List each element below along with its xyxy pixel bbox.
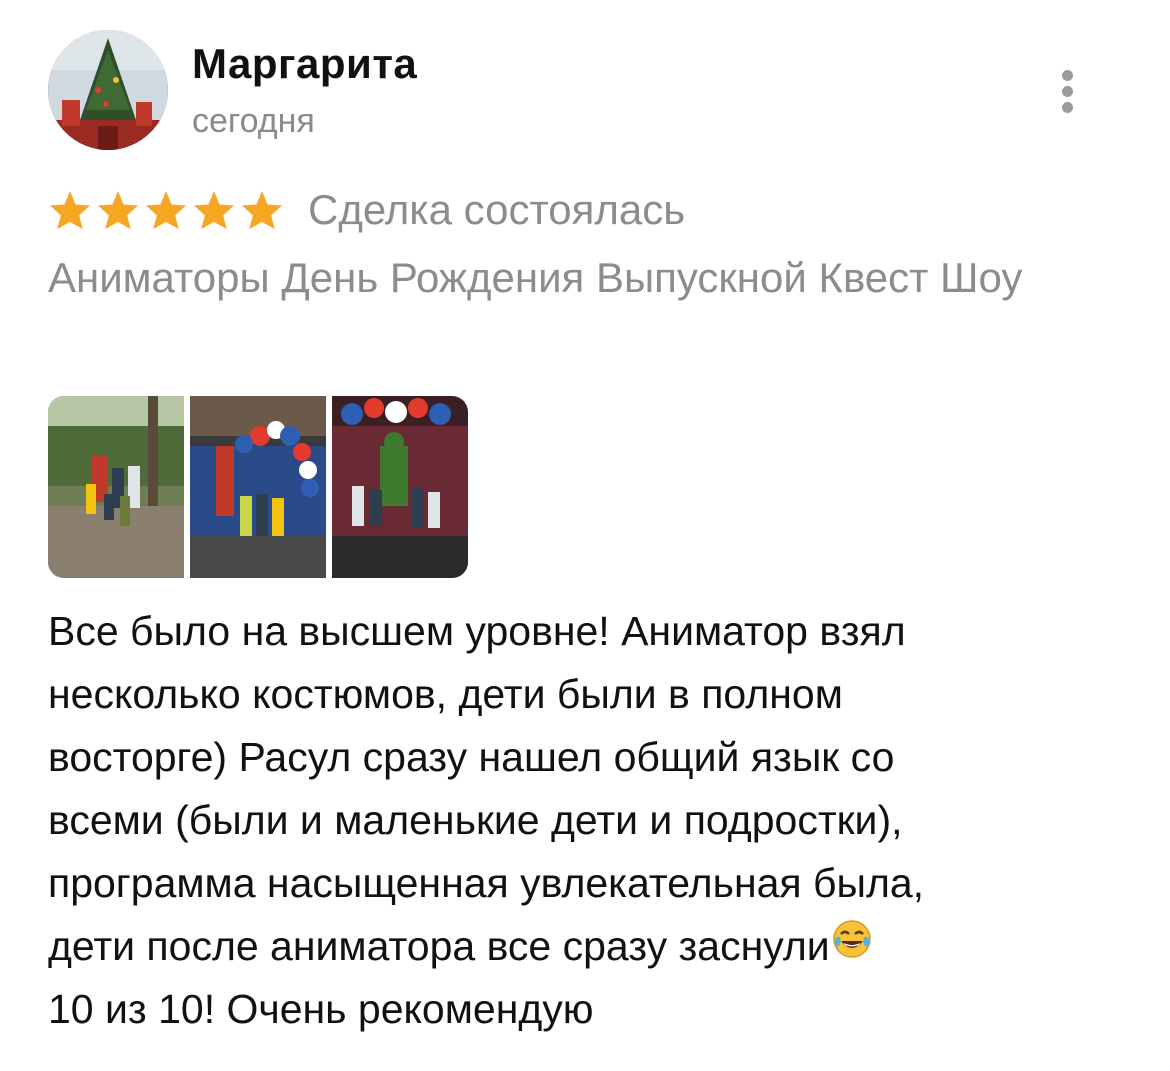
- review-text-line: 10 из 10! Очень рекомендую: [48, 986, 594, 1032]
- author-name: Маргарита: [192, 40, 418, 87]
- rating-stars: [48, 189, 284, 231]
- star-icon: [48, 189, 92, 231]
- tears-of-joy-emoji-icon: [832, 914, 872, 977]
- more-vertical-icon-dot: [1062, 86, 1073, 97]
- review-photo-3[interactable]: [332, 396, 468, 578]
- star-icon: [96, 189, 140, 231]
- review-date: сегодня: [192, 102, 315, 140]
- review-text-line: Все было на высшем уровне! Аниматор взял: [48, 608, 906, 654]
- more-options-button[interactable]: [1050, 66, 1086, 116]
- deal-status: Сделка состоялась: [308, 186, 686, 233]
- star-icon: [192, 189, 236, 231]
- review-text-line: несколько костюмов, дети были в полном: [48, 671, 843, 717]
- christmas-tree-icon: [48, 30, 168, 150]
- star-icon: [144, 189, 188, 231]
- review-text-line: дети после аниматора все сразу заснули: [48, 915, 1138, 978]
- photo-gallery: [48, 396, 468, 578]
- review-text-line-content: дети после аниматора все сразу заснули: [48, 923, 830, 969]
- review-photo-1[interactable]: [48, 396, 184, 578]
- author-avatar[interactable]: [48, 30, 168, 150]
- review-text-line: всеми (были и маленькие дети и подростки…: [48, 797, 903, 843]
- more-vertical-icon-dot: [1062, 102, 1073, 113]
- photo-hulk-party-icon: [332, 396, 468, 578]
- review-photo-2[interactable]: [190, 396, 326, 578]
- photo-park-spiderman-icon: [48, 396, 184, 578]
- star-icon: [240, 189, 284, 231]
- review-text: Все было на высшем уровне! Аниматор взял…: [48, 600, 1138, 1041]
- service-title[interactable]: Аниматоры День Рождения Выпускной Квест …: [48, 248, 1088, 308]
- review-text-line: программа насыщенная увлекательная была,: [48, 860, 925, 906]
- rating-row: Сделка состоялась: [48, 182, 685, 238]
- photo-balloons-party-icon: [190, 396, 326, 578]
- more-vertical-icon: [1062, 70, 1073, 81]
- review-text-line: восторге) Расул сразу нашел общий язык с…: [48, 734, 895, 780]
